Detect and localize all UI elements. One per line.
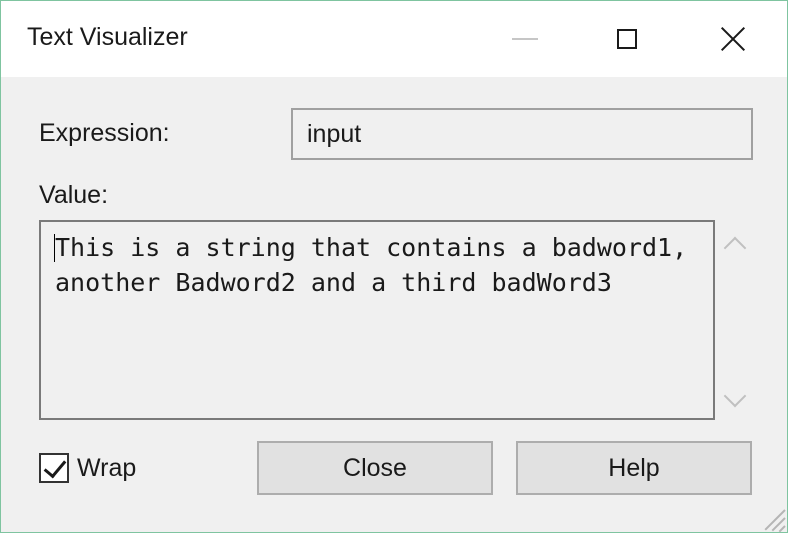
checkmark-icon <box>43 454 67 479</box>
value-text[interactable]: This is a string that contains a badword… <box>55 230 705 300</box>
maximize-icon <box>617 29 637 49</box>
minimize-icon <box>512 38 538 40</box>
maximize-button[interactable] <box>573 1 681 77</box>
close-icon <box>720 26 746 52</box>
value-textarea[interactable]: This is a string that contains a badword… <box>39 220 715 420</box>
help-button[interactable]: Help <box>516 441 752 495</box>
title-bar[interactable]: Text Visualizer <box>1 1 787 77</box>
text-caret <box>54 234 55 262</box>
value-label: Value: <box>39 181 109 209</box>
expression-label: Expression: <box>39 119 170 147</box>
wrap-label[interactable]: Wrap <box>77 454 136 483</box>
close-button[interactable]: Close <box>257 441 493 495</box>
value-scrollbar[interactable] <box>717 220 753 420</box>
resize-grip-icon[interactable] <box>757 501 787 533</box>
minimize-button[interactable] <box>471 1 579 77</box>
scroll-up-arrow-icon[interactable] <box>723 236 747 260</box>
window-title: Text Visualizer <box>27 23 188 51</box>
expression-field[interactable]: input <box>291 108 753 160</box>
close-window-button[interactable] <box>679 1 787 77</box>
wrap-checkbox[interactable] <box>39 453 69 483</box>
text-visualizer-window: Text Visualizer Expression: input Value:… <box>0 0 788 533</box>
scroll-down-arrow-icon[interactable] <box>723 384 747 408</box>
